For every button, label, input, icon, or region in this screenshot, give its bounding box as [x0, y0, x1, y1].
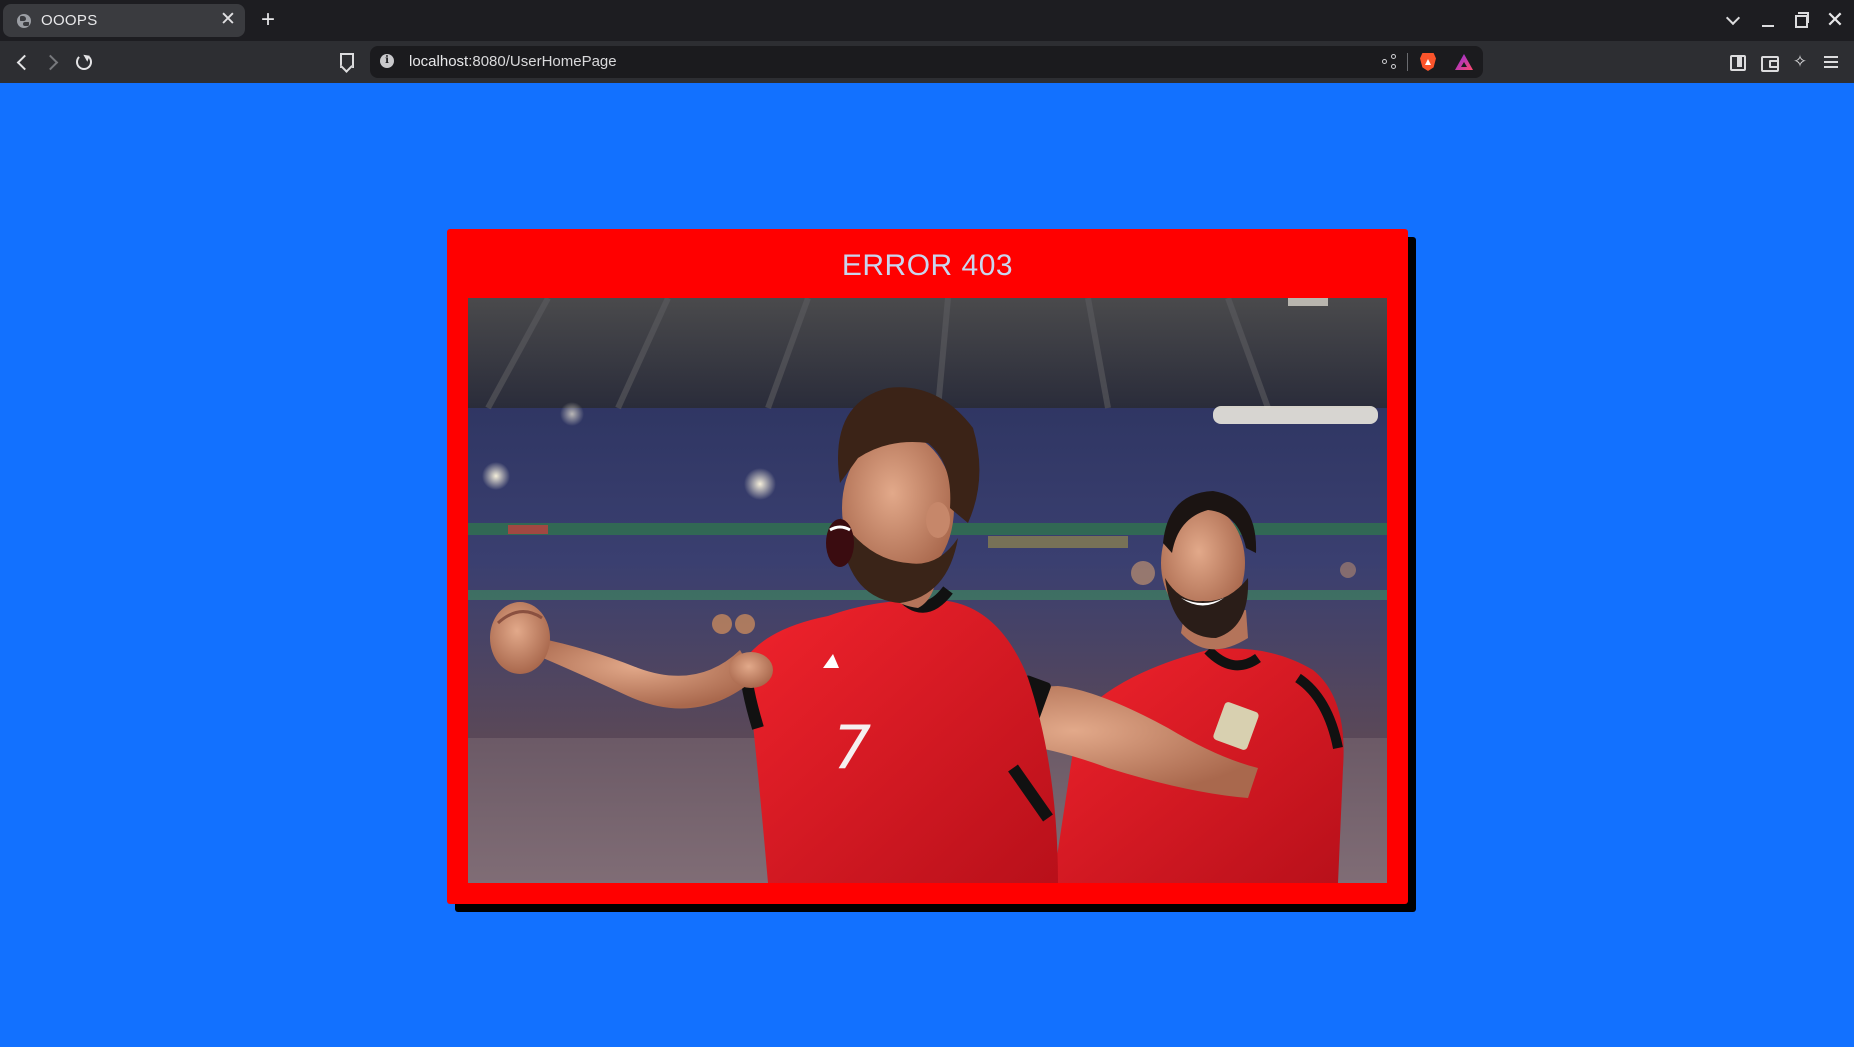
page-viewport: ERROR 403 7 — [0, 83, 1854, 1047]
reload-icon[interactable] — [72, 50, 96, 74]
forward-arrow-icon[interactable] — [40, 50, 64, 74]
wallet-icon[interactable] — [1760, 53, 1779, 72]
tab-active[interactable]: OOOPS ✕ — [3, 4, 245, 37]
tab-bar: OOOPS ✕ + ✕ — [0, 0, 1854, 41]
jersey-number: 7 — [833, 713, 871, 783]
tab-title: OOOPS — [41, 12, 98, 29]
error-card: ERROR 403 7 — [447, 229, 1408, 904]
error-title: ERROR 403 — [841, 249, 1014, 282]
minimize-icon[interactable] — [1755, 8, 1781, 32]
tab-list-chevron-icon[interactable] — [1720, 8, 1746, 32]
url-divider — [1407, 53, 1408, 71]
tab-close-icon[interactable]: ✕ — [217, 9, 239, 31]
bookmark-icon[interactable] — [338, 52, 354, 72]
back-arrow-icon[interactable] — [10, 50, 34, 74]
share-icon[interactable] — [1382, 54, 1400, 70]
restore-icon[interactable] — [1788, 8, 1814, 32]
url-path: :8080/UserHomePage — [468, 53, 617, 70]
url-text[interactable]: localhost:8080/UserHomePage — [409, 53, 617, 70]
globe-icon — [17, 14, 31, 28]
hamburger-menu-icon[interactable] — [1822, 53, 1840, 71]
new-tab-button[interactable]: + — [256, 6, 280, 34]
sidebar-icon[interactable] — [1728, 53, 1746, 71]
brave-rewards-icon[interactable] — [1455, 54, 1473, 70]
celebration-photo: 7 — [468, 298, 1387, 883]
address-bar[interactable]: i localhost:8080/UserHomePage — [370, 46, 1483, 78]
info-icon[interactable]: i — [380, 54, 394, 68]
window-close-icon[interactable]: ✕ — [1822, 8, 1848, 32]
leo-ai-icon[interactable]: ✧ — [1791, 53, 1809, 71]
brave-shields-icon[interactable] — [1420, 53, 1436, 71]
url-host: localhost — [409, 53, 469, 70]
